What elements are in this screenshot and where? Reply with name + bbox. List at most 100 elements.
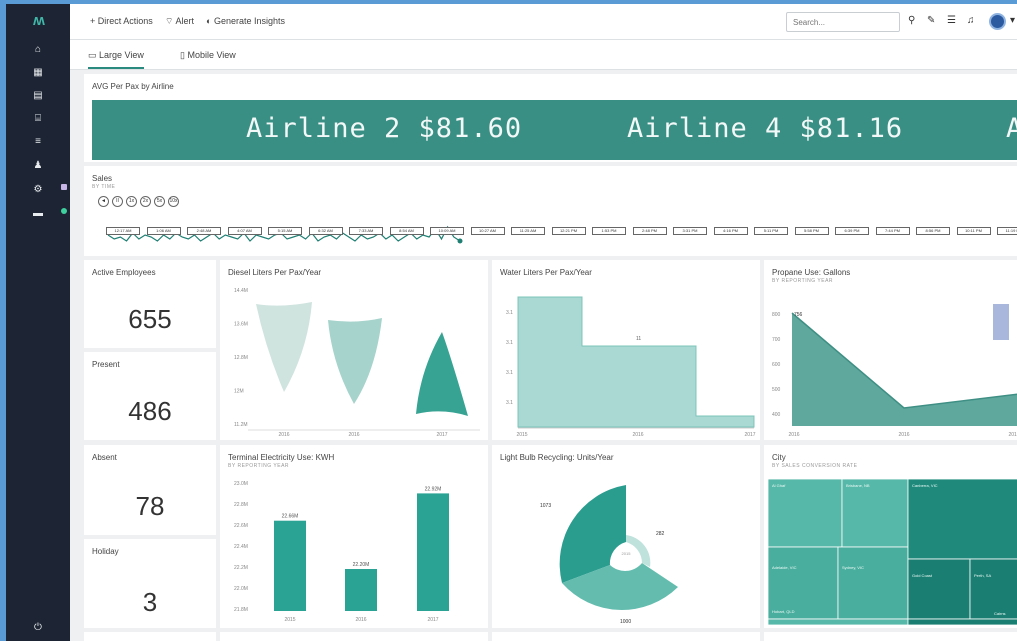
timeline-chip[interactable]: 8:54 AM: [389, 227, 424, 235]
search-input[interactable]: [786, 12, 900, 32]
chart-title: Terminal Electricity Use: KWH: [228, 453, 335, 462]
playback-control-button[interactable]: 10x: [168, 196, 179, 207]
kpi-label: Present: [92, 360, 120, 369]
treemap-cell-label: Al Ghaf: [772, 483, 786, 488]
chevron-down-icon[interactable]: ▾: [1010, 15, 1015, 26]
brand-logo[interactable]: ʍ: [24, 12, 54, 30]
y-tick-label: 500: [772, 387, 781, 393]
lightbulb-chart: 1073 282 1000 2015: [540, 485, 678, 625]
timeline-chip[interactable]: 5:15 AM: [268, 227, 302, 235]
timeline-chip[interactable]: 10:27 AM: [470, 227, 505, 235]
propane-chart: 800 700 600 500 400 2016 2016 2017 756: [772, 312, 1017, 438]
scrollbar-thumb[interactable]: [993, 304, 1009, 340]
electricity-chart: 23.0M 22.8M 22.6M 22.4M 22.2M 22.0M 21.8M 22.66…: [234, 481, 449, 623]
kpi-active-employees: Active Employees 655: [84, 260, 216, 348]
timeline-chip[interactable]: 10:09 AM: [430, 227, 464, 235]
bar-value-label: 22.92M: [425, 486, 442, 492]
timeline-chip[interactable]: 4:07 AM: [227, 227, 262, 235]
chart-subtitle: BY SALES CONVERSION RATE: [772, 463, 858, 469]
x-tick-label: 2017: [1008, 432, 1017, 438]
power-icon[interactable]: ⏻: [32, 622, 44, 634]
tab-mobile-view[interactable]: ▯ Mobile View: [180, 50, 236, 61]
timeline-chip[interactable]: 7:33 AM: [349, 227, 383, 235]
treemap-cell: [907, 618, 1017, 626]
timeline-chip[interactable]: 12:17 AM: [106, 227, 140, 235]
x-tick-label: 2016: [898, 432, 909, 438]
panel-stub: [220, 632, 488, 641]
timeline-chip[interactable]: 6:32 AM: [308, 227, 343, 235]
sales-subtitle: BY TIME: [92, 184, 116, 190]
kpi-present: Present 486: [84, 352, 216, 440]
app-window: ʍ ⌂ ▦ ▤ ⌸ ≡ ♟ ⚙ ▬ ⏻ + Direct Actions ⌔ A…: [6, 4, 1017, 641]
timeline-chip[interactable]: 12:21 PM: [551, 227, 586, 235]
direct-actions-button[interactable]: + Direct Actions: [90, 16, 153, 26]
playback-control-button[interactable]: 2x: [140, 196, 151, 207]
center-label: 2015: [622, 551, 632, 556]
sales-panel: Sales BY TIME ◄ II 1x 2x 5x 10x 12:17 AM 1:06 …: [84, 166, 1017, 256]
edit-icon[interactable]: ✎: [927, 15, 935, 26]
timeline-chip[interactable]: 5:58 PM: [794, 227, 829, 235]
timeline-chip[interactable]: 8:56 PM: [916, 227, 950, 235]
y-tick-label: 3.1: [506, 310, 513, 316]
chart-mark: [256, 302, 312, 392]
monitor-icon: ▭: [88, 50, 100, 60]
playback-control-button[interactable]: ◄: [98, 196, 109, 207]
avatar[interactable]: [989, 13, 1006, 30]
chart-mark: [559, 485, 626, 583]
bar: [274, 520, 306, 611]
document-icon[interactable]: ▤: [32, 90, 44, 102]
playback-control-button[interactable]: 1x: [126, 196, 137, 207]
chart-title: City: [772, 453, 786, 462]
timeline-chip[interactable]: 1:06 AM: [146, 227, 181, 235]
y-tick-label: 11.2M: [234, 422, 248, 428]
kpi-value: 655: [128, 304, 172, 334]
timeline-chip[interactable]: 1:53 PM: [592, 227, 626, 235]
timeline-chip[interactable]: 4:16 PM: [713, 227, 748, 235]
y-tick-label: 22.2M: [234, 565, 248, 571]
folder-icon[interactable]: ▬: [32, 208, 44, 220]
tab-large-view[interactable]: ▭ Large View: [88, 50, 144, 69]
y-tick-label: 23.0M: [234, 481, 248, 487]
settings-icon[interactable]: ⚙: [32, 184, 44, 196]
timeline-chip[interactable]: 7:44 PM: [875, 227, 910, 235]
filter-icon[interactable]: ≡: [32, 136, 44, 148]
kpi-value: 3: [142, 587, 158, 617]
user-icon[interactable]: ♟: [32, 160, 44, 172]
water-panel: Water Liters Per Pax/Year 3.1 3.1 3.1 3.1 20…: [492, 260, 760, 440]
chart-mark: [517, 296, 755, 428]
bank-icon[interactable]: ⌸: [32, 113, 44, 125]
generate-insights-button[interactable]: ◐ Generate Insights: [206, 16, 285, 26]
timeline-chip[interactable]: 11:19 PM: [997, 227, 1017, 235]
timeline-chip[interactable]: 2:48 PM: [632, 227, 667, 235]
timeline-chip[interactable]: 5:11 PM: [754, 227, 788, 235]
kpi-holiday: Holiday 3: [84, 539, 216, 628]
timeline-chip[interactable]: 10:11 PM: [956, 227, 991, 235]
kpi-value: 486: [128, 396, 172, 426]
treemap-cell: [907, 558, 971, 620]
y-tick-label: 14.4M: [234, 288, 248, 294]
chart-mark: [416, 332, 468, 416]
y-tick-label: 700: [772, 337, 781, 343]
x-tick-label: 2017: [427, 617, 438, 623]
y-tick-label: 3.1: [506, 400, 513, 406]
list-icon[interactable]: ☰: [947, 15, 956, 26]
kpi-label: Active Employees: [92, 268, 156, 277]
timeline-chip[interactable]: 11:25 AM: [511, 227, 545, 235]
treemap-cell-label: Adelaide, VIC: [772, 565, 797, 570]
timeline-chip[interactable]: 3:31 PM: [673, 227, 707, 235]
diesel-panel: Diesel Liters Per Pax/Year 14.4M 13.6M 12.…: [220, 260, 488, 440]
tab-mobile-label: Mobile View: [187, 50, 236, 60]
alert-button[interactable]: ⌔ Alert: [165, 16, 194, 27]
home-icon[interactable]: ⌂: [32, 44, 44, 56]
playback-control-button[interactable]: 5x: [154, 196, 165, 207]
ticker-band: Airline 2 $81.60 Airline 4 $81.16 A: [92, 100, 1017, 160]
chart-title: Water Liters Per Pax/Year: [500, 268, 592, 277]
timeline-chip[interactable]: 2:48 AM: [187, 227, 221, 235]
y-tick-label: 12.8M: [234, 355, 248, 361]
bell-icon[interactable]: ♫: [967, 15, 975, 26]
playback-control-button[interactable]: II: [112, 196, 123, 207]
dashboard-icon[interactable]: ▦: [32, 67, 44, 79]
timeline-chip[interactable]: 6:39 PM: [835, 227, 869, 235]
x-tick-label: 2015: [284, 617, 295, 623]
search-icon[interactable]: ⚲: [908, 15, 915, 26]
